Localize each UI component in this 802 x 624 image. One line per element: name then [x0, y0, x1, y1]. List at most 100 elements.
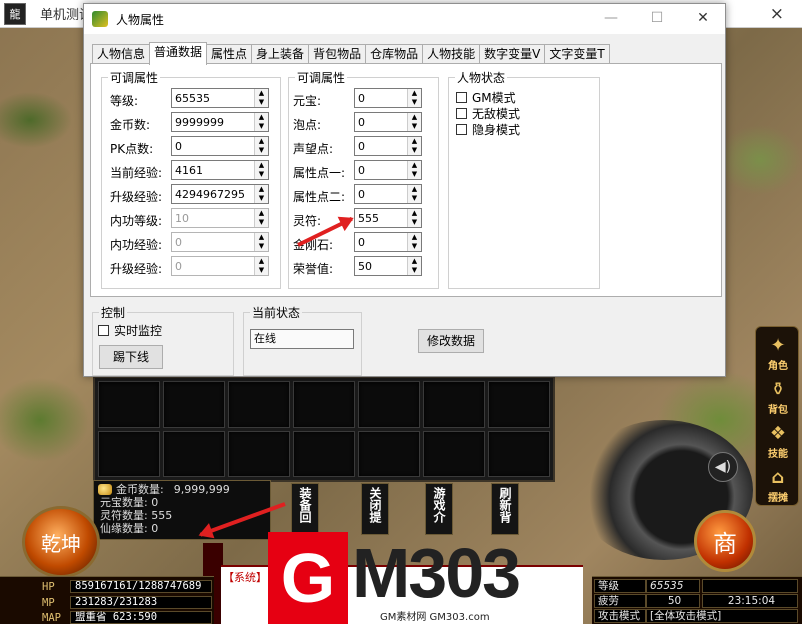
- speaker-icon[interactable]: ◀): [708, 452, 738, 482]
- attribute-input[interactable]: [172, 185, 254, 203]
- attribute-spinner[interactable]: ▲▼: [171, 208, 269, 228]
- attribute-spinner[interactable]: ▲▼: [354, 184, 422, 204]
- attribute-input[interactable]: [172, 161, 254, 179]
- tab-text-variables[interactable]: 文字变量T: [544, 44, 610, 64]
- dialog-titlebar[interactable]: 人物属性 — ☐ ✕: [84, 4, 725, 34]
- close-icon[interactable]: ✕: [688, 10, 718, 26]
- gm-mode-checkbox[interactable]: GM模式: [456, 89, 516, 106]
- attribute-input[interactable]: [355, 113, 407, 131]
- spin-down-icon[interactable]: ▼: [408, 242, 421, 251]
- attribute-input[interactable]: [355, 185, 407, 203]
- spin-buttons[interactable]: ▲ ▼: [407, 137, 421, 155]
- attribute-spinner[interactable]: ▲▼: [354, 232, 422, 252]
- spin-buttons[interactable]: ▲ ▼: [407, 89, 421, 107]
- attribute-input[interactable]: [172, 233, 254, 251]
- spin-buttons[interactable]: ▲ ▼: [407, 209, 421, 227]
- spin-up-icon[interactable]: ▲: [408, 89, 421, 98]
- spin-buttons[interactable]: ▲ ▼: [407, 233, 421, 251]
- spin-up-icon[interactable]: ▲: [408, 185, 421, 194]
- spin-up-icon[interactable]: ▲: [408, 113, 421, 122]
- shop-button[interactable]: 商: [694, 510, 756, 572]
- tab-normal-data[interactable]: 普通数据: [149, 42, 208, 65]
- spin-up-icon[interactable]: ▲: [255, 233, 268, 242]
- inventory-slot[interactable]: [423, 430, 485, 477]
- inventory-slot[interactable]: [163, 381, 225, 428]
- attribute-input[interactable]: [172, 257, 254, 275]
- tab-skills[interactable]: 人物技能: [422, 44, 481, 64]
- side-item-skills[interactable]: ❖ 技能: [759, 421, 797, 461]
- stealth-mode-checkbox[interactable]: 隐身模式: [456, 121, 520, 138]
- spin-down-icon[interactable]: ▼: [255, 98, 268, 107]
- inventory-slot[interactable]: [293, 381, 355, 428]
- side-item-character[interactable]: ✦ 角色: [759, 333, 797, 373]
- attribute-spinner[interactable]: ▲▼: [171, 112, 269, 132]
- attribute-spinner[interactable]: ▲▼: [354, 136, 422, 156]
- spin-down-icon[interactable]: ▼: [255, 242, 268, 251]
- inventory-slot[interactable]: [423, 381, 485, 428]
- spin-down-icon[interactable]: ▼: [408, 194, 421, 203]
- action-button-refresh-bag[interactable]: 刷新背: [491, 483, 519, 535]
- spin-down-icon[interactable]: ▼: [255, 146, 268, 155]
- attribute-spinner[interactable]: ▲▼: [171, 136, 269, 156]
- attribute-spinner[interactable]: ▲▼: [354, 256, 422, 276]
- inventory-slot[interactable]: [228, 381, 290, 428]
- spin-down-icon[interactable]: ▼: [255, 218, 268, 227]
- inventory-slot[interactable]: [98, 430, 160, 477]
- attribute-input[interactable]: [355, 89, 407, 107]
- spin-down-icon[interactable]: ▼: [255, 170, 268, 179]
- attribute-input[interactable]: [355, 209, 407, 227]
- spin-buttons[interactable]: ▲ ▼: [254, 161, 268, 179]
- tab-character-info[interactable]: 人物信息: [92, 44, 151, 64]
- spin-up-icon[interactable]: ▲: [255, 89, 268, 98]
- spin-buttons[interactable]: ▲ ▼: [407, 113, 421, 131]
- tab-attribute-points[interactable]: 属性点: [206, 44, 253, 64]
- spin-up-icon[interactable]: ▲: [255, 185, 268, 194]
- spin-buttons[interactable]: ▲ ▼: [254, 113, 268, 131]
- minimize-icon[interactable]: —: [596, 10, 626, 26]
- attribute-spinner[interactable]: ▲▼: [171, 184, 269, 204]
- spin-buttons[interactable]: ▲ ▼: [407, 185, 421, 203]
- kick-offline-button[interactable]: 踢下线: [99, 345, 163, 369]
- maximize-icon[interactable]: ☐: [642, 10, 672, 26]
- tab-bag-items[interactable]: 背包物品: [308, 44, 367, 64]
- action-button-close-tip[interactable]: 关闭提: [361, 483, 389, 535]
- attribute-spinner[interactable]: ▲▼: [354, 88, 422, 108]
- tab-number-variables[interactable]: 数字变量V: [479, 44, 546, 64]
- spin-down-icon[interactable]: ▼: [408, 266, 421, 275]
- attribute-input[interactable]: [355, 161, 407, 179]
- spin-buttons[interactable]: ▲ ▼: [254, 257, 268, 275]
- action-button-game-intro[interactable]: 游戏介: [425, 483, 453, 535]
- attribute-spinner[interactable]: ▲▼: [354, 112, 422, 132]
- inventory-slot[interactable]: [163, 430, 225, 477]
- spin-up-icon[interactable]: ▲: [408, 209, 421, 218]
- tab-storage-items[interactable]: 仓库物品: [365, 44, 424, 64]
- spin-buttons[interactable]: ▲ ▼: [254, 89, 268, 107]
- attribute-input[interactable]: [355, 137, 407, 155]
- spin-down-icon[interactable]: ▼: [408, 98, 421, 107]
- realtime-monitor-checkbox[interactable]: 实时监控: [98, 322, 162, 339]
- action-button-equip-return[interactable]: 装备回: [291, 483, 319, 535]
- attribute-spinner[interactable]: ▲▼: [354, 160, 422, 180]
- spin-down-icon[interactable]: ▼: [255, 266, 268, 275]
- spin-up-icon[interactable]: ▲: [408, 137, 421, 146]
- invincible-mode-checkbox[interactable]: 无敌模式: [456, 105, 520, 122]
- inventory-slot[interactable]: [98, 381, 160, 428]
- attribute-spinner[interactable]: ▲▼: [171, 88, 269, 108]
- spin-buttons[interactable]: ▲ ▼: [254, 209, 268, 227]
- inventory-slot[interactable]: [358, 430, 420, 477]
- attribute-input[interactable]: [355, 257, 407, 275]
- spin-down-icon[interactable]: ▼: [408, 146, 421, 155]
- attribute-input[interactable]: [172, 89, 254, 107]
- spin-up-icon[interactable]: ▲: [255, 113, 268, 122]
- inventory-slot[interactable]: [293, 430, 355, 477]
- spin-buttons[interactable]: ▲ ▼: [254, 137, 268, 155]
- inventory-slot[interactable]: [488, 381, 550, 428]
- attribute-input[interactable]: [172, 209, 254, 227]
- spin-buttons[interactable]: ▲ ▼: [407, 257, 421, 275]
- attribute-input[interactable]: [355, 233, 407, 251]
- tab-equipment[interactable]: 身上装备: [251, 44, 310, 64]
- side-item-bag[interactable]: ⚱ 背包: [759, 377, 797, 417]
- spin-up-icon[interactable]: ▲: [408, 161, 421, 170]
- spin-buttons[interactable]: ▲ ▼: [254, 233, 268, 251]
- spin-down-icon[interactable]: ▼: [408, 170, 421, 179]
